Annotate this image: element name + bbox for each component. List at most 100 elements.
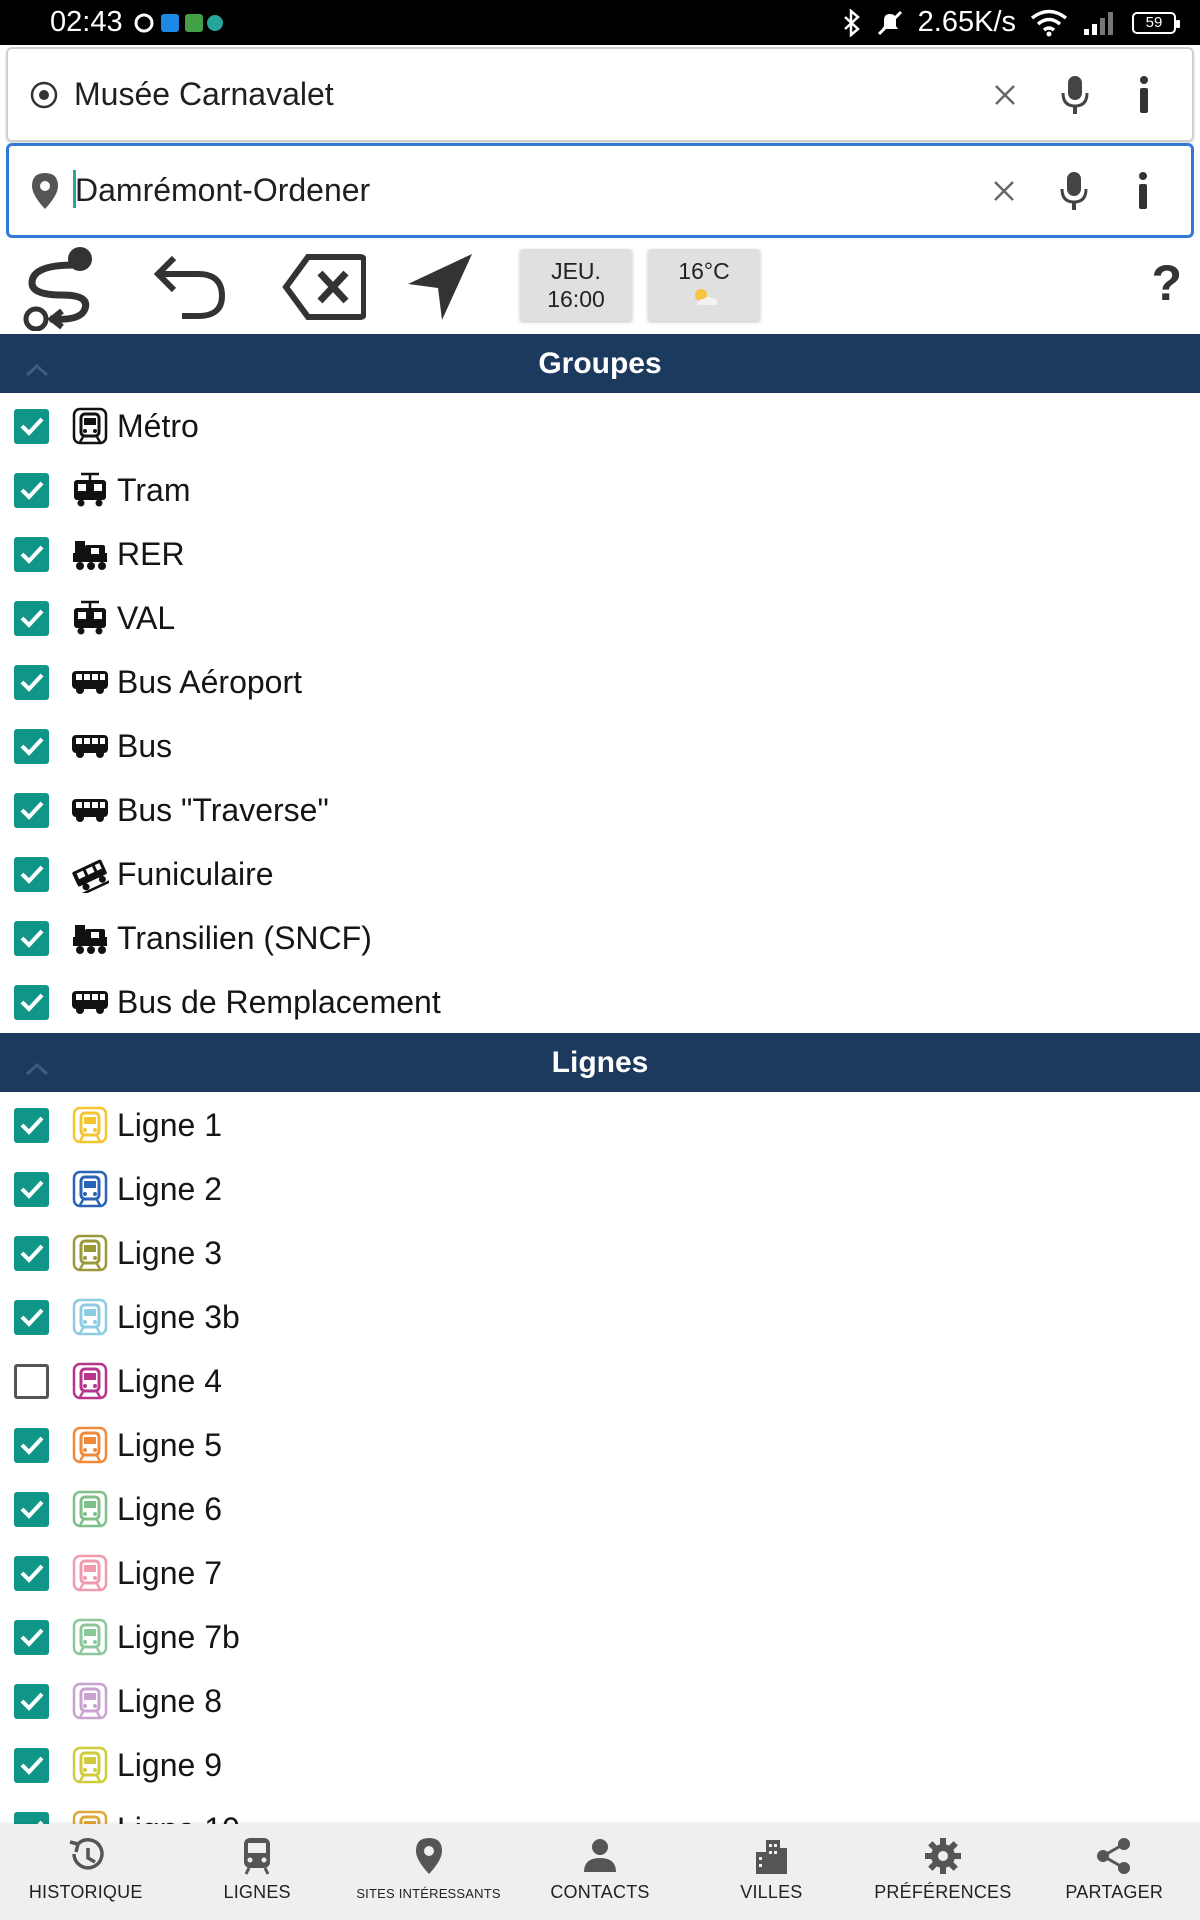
groups-label: Métro [117, 407, 199, 444]
lines-row[interactable]: Ligne 9 [0, 1733, 1200, 1797]
checkbox-checked[interactable] [14, 600, 49, 636]
checkbox-checked[interactable] [14, 1299, 49, 1335]
map-pin-icon [17, 171, 73, 211]
metro-line-icon [69, 1745, 111, 1785]
lines-row[interactable]: Ligne 1 [0, 1093, 1200, 1157]
clear-backspace-icon[interactable] [280, 240, 368, 334]
groups-row[interactable]: Bus [0, 714, 1200, 778]
lines-label: Ligne 3 [117, 1234, 222, 1271]
nav-label: HISTORIQUE [28, 1882, 143, 1902]
nav-contacts[interactable]: CONTACTS [514, 1824, 685, 1920]
checkbox-checked[interactable] [14, 792, 49, 828]
destination-input[interactable]: Damrémont-Ordener [73, 170, 970, 209]
groups-row[interactable]: Transilien (SNCF) [0, 906, 1200, 970]
lines-row[interactable]: Ligne 3 [0, 1221, 1200, 1285]
checkbox-checked[interactable] [14, 856, 49, 892]
checkbox-checked[interactable] [14, 1683, 49, 1719]
lines-label: Ligne 3b [117, 1298, 240, 1335]
swap-reverse-icon[interactable] [150, 240, 230, 334]
lines-row[interactable]: Ligne 6 [0, 1477, 1200, 1541]
groups-row[interactable]: Métro [0, 394, 1200, 458]
nav-lignes[interactable]: LIGNES [171, 1824, 342, 1920]
lines-row[interactable]: Ligne 7b [0, 1605, 1200, 1669]
origin-mic-icon[interactable] [1041, 61, 1109, 129]
checkbox-checked[interactable] [14, 472, 49, 508]
nav-label: PARTAGER [1065, 1882, 1164, 1902]
checkbox-checked[interactable] [14, 1555, 49, 1591]
lines-label: Ligne 8 [117, 1682, 222, 1719]
checkbox-unchecked[interactable] [14, 1363, 49, 1399]
check-icon [20, 993, 43, 1012]
checkbox-checked[interactable] [14, 408, 49, 444]
nav-sites-intéressants[interactable]: SITES INTÉRESSANTS [343, 1824, 514, 1920]
clear-destination-button[interactable] [970, 157, 1038, 225]
lines-label: Ligne 4 [117, 1362, 222, 1399]
check-icon [20, 1500, 43, 1519]
check-icon [20, 1116, 43, 1135]
navigation-arrow-icon[interactable] [405, 240, 475, 334]
origin-field[interactable]: Musée Carnavalet [6, 47, 1194, 142]
checkbox-checked[interactable] [14, 536, 49, 572]
checkbox-checked[interactable] [14, 1235, 49, 1271]
destination-mic-icon[interactable] [1040, 157, 1108, 225]
origin-info-icon[interactable] [1110, 61, 1178, 129]
destination-field[interactable]: Damrémont-Ordener [6, 143, 1194, 238]
weather-button[interactable]: 16°C [648, 249, 760, 321]
gear-icon [924, 1838, 961, 1874]
checkbox-checked[interactable] [14, 1491, 49, 1527]
checkbox-checked[interactable] [14, 664, 49, 700]
checkbox-checked[interactable] [14, 1427, 49, 1463]
date-day: JEU. [551, 258, 601, 284]
destination-info-icon[interactable] [1109, 157, 1177, 225]
lines-row[interactable]: Ligne 4 [0, 1349, 1200, 1413]
lines-row[interactable]: Ligne 8 [0, 1669, 1200, 1733]
nav-villes[interactable]: VILLES [686, 1824, 857, 1920]
check-icon [20, 545, 43, 564]
train-icon [69, 534, 111, 574]
check-icon [20, 1756, 43, 1775]
groups-row[interactable]: Bus Aéroport [0, 650, 1200, 714]
help-button[interactable]: ? [1151, 254, 1182, 312]
check-icon [20, 801, 43, 820]
nav-partager[interactable]: PARTAGER [1029, 1824, 1200, 1920]
groups-header[interactable]: Groupes [0, 334, 1200, 393]
place-pin-icon [415, 1838, 442, 1874]
checkbox-checked[interactable] [14, 1171, 49, 1207]
lines-row[interactable]: Ligne 3b [0, 1285, 1200, 1349]
nav-label: CONTACTS [550, 1882, 650, 1902]
lines-header[interactable]: Lignes [0, 1033, 1200, 1092]
check-icon [20, 673, 43, 692]
metro-line-icon [69, 1617, 111, 1657]
origin-input[interactable]: Musée Carnavalet [72, 76, 971, 113]
toolbar: JEU. 16:00 16°C ? [0, 240, 1200, 334]
checkbox-checked[interactable] [14, 1747, 49, 1783]
groups-label: Transilien (SNCF) [117, 919, 372, 956]
groups-label: Tram [117, 471, 191, 508]
groups-label: Bus de Remplacement [117, 983, 441, 1020]
city-icon [756, 1840, 788, 1874]
clear-origin-button[interactable] [971, 61, 1039, 129]
nav-préférences[interactable]: PRÉFÉRENCES [857, 1824, 1028, 1920]
groups-row[interactable]: RER [0, 522, 1200, 586]
nav-historique[interactable]: HISTORIQUE [0, 1824, 171, 1920]
mute-bell-icon [876, 9, 904, 37]
check-icon [20, 1564, 43, 1583]
groups-row[interactable]: Bus de Remplacement [0, 970, 1200, 1034]
lines-row[interactable]: Ligne 2 [0, 1157, 1200, 1221]
groups-row[interactable]: Funiculaire [0, 842, 1200, 906]
checkbox-checked[interactable] [14, 920, 49, 956]
groups-row[interactable]: Bus "Traverse" [0, 778, 1200, 842]
checkbox-checked[interactable] [14, 984, 49, 1020]
checkbox-checked[interactable] [14, 1107, 49, 1143]
groups-row[interactable]: VAL [0, 586, 1200, 650]
route-icon[interactable] [20, 240, 104, 334]
date-time-button[interactable]: JEU. 16:00 [520, 249, 632, 321]
groups-row[interactable]: Tram [0, 458, 1200, 522]
checkbox-checked[interactable] [14, 728, 49, 764]
checkbox-checked[interactable] [14, 1619, 49, 1655]
check-icon [20, 929, 43, 948]
groups-label: Bus "Traverse" [117, 791, 329, 828]
groups-label: RER [117, 535, 185, 572]
lines-row[interactable]: Ligne 7 [0, 1541, 1200, 1605]
lines-row[interactable]: Ligne 5 [0, 1413, 1200, 1477]
